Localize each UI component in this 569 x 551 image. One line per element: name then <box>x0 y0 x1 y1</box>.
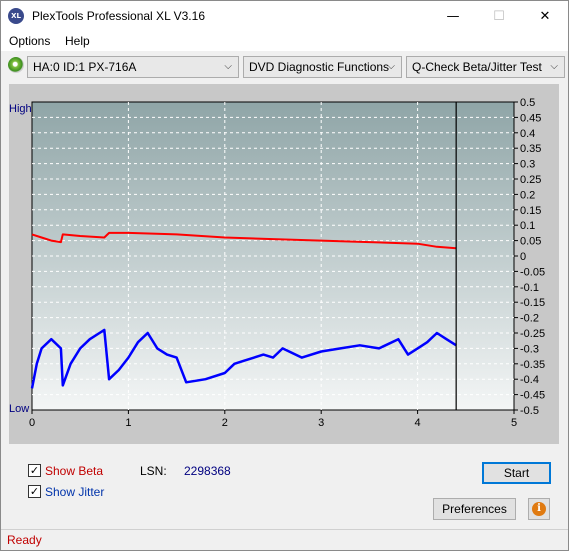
window-title: PlexTools Professional XL V3.16 <box>32 9 205 23</box>
x-tick-label: 0 <box>29 417 35 429</box>
function-select-value: DVD Diagnostic Functions <box>249 60 390 74</box>
status-text: Ready <box>7 533 42 547</box>
axis-high-label: High <box>9 103 32 115</box>
y-tick-label: -0.1 <box>520 282 539 294</box>
test-select[interactable]: Q-Check Beta/Jitter Test ⌵ <box>406 56 565 78</box>
y-tick-label: -0.25 <box>520 328 545 340</box>
y-tick-label: 0.4 <box>520 128 535 140</box>
y-tick-label: 0.1 <box>520 220 535 232</box>
info-icon: i <box>532 502 546 516</box>
x-tick-label: 1 <box>125 417 131 429</box>
preferences-button[interactable]: Preferences <box>433 498 516 520</box>
lsn-value: 2298368 <box>184 464 231 478</box>
y-tick-label: 0.25 <box>520 174 541 186</box>
x-tick-label: 2 <box>222 417 228 429</box>
chevron-down-icon: ⌵ <box>550 61 558 72</box>
y-tick-label: -0.35 <box>520 359 545 371</box>
chevron-down-icon: ⌵ <box>387 61 395 72</box>
status-bar: Ready <box>1 529 568 550</box>
menu-bar: Options Help <box>1 32 568 52</box>
y-tick-label: 0.5 <box>520 97 535 109</box>
x-tick-label: 5 <box>511 417 517 429</box>
title-bar: XL PlexTools Professional XL V3.16 — ☐ ✕ <box>1 1 568 32</box>
controls-panel: ✓ Show Beta ✓ Show Jitter LSN: 2298368 S… <box>9 455 559 523</box>
y-tick-label: 0.2 <box>520 189 535 201</box>
y-tick-label: -0.5 <box>520 405 539 417</box>
y-tick-label: -0.4 <box>520 374 539 386</box>
y-tick-label: 0.15 <box>520 205 541 217</box>
axis-low-label: Low <box>9 403 29 415</box>
lsn-label: LSN: <box>140 464 167 478</box>
beta-jitter-chart: 0.5 0.45 0.4 0.35 0.3 0.25 0.2 0.15 0.1 0.05 0 -0.0… <box>9 97 545 429</box>
toolbar: HA:0 ID:1 PX-716A ⌵ DVD Diagnostic Funct… <box>1 53 568 79</box>
y-tick-label: -0.2 <box>520 313 539 325</box>
menu-help[interactable]: Help <box>65 34 90 48</box>
y-tick-label: 0 <box>520 251 526 263</box>
minimize-button[interactable]: — <box>430 1 476 32</box>
test-select-value: Q-Check Beta/Jitter Test <box>412 60 542 74</box>
start-button[interactable]: Start <box>482 462 551 484</box>
x-tick-label: 4 <box>415 417 421 429</box>
y-tick-label: 0.45 <box>520 112 541 124</box>
y-tick-label: 0.3 <box>520 159 535 171</box>
maximize-button[interactable]: ☐ <box>476 1 522 32</box>
show-jitter-label[interactable]: Show Jitter <box>45 485 104 499</box>
show-beta-checkbox[interactable]: ✓ <box>28 464 41 477</box>
drive-select[interactable]: HA:0 ID:1 PX-716A ⌵ <box>27 56 239 78</box>
close-button[interactable]: ✕ <box>522 1 568 32</box>
app-logo-icon: XL <box>8 8 24 24</box>
y-tick-label: 0.35 <box>520 143 541 155</box>
y-tick-label: 0.05 <box>520 236 541 248</box>
x-tick-label: 3 <box>318 417 324 429</box>
y-tick-label: -0.05 <box>520 266 545 278</box>
y-tick-label: -0.45 <box>520 390 545 402</box>
app-window: XL PlexTools Professional XL V3.16 — ☐ ✕… <box>0 0 569 551</box>
y-tick-label: -0.3 <box>520 343 539 355</box>
chevron-down-icon: ⌵ <box>224 61 232 72</box>
menu-options[interactable]: Options <box>9 34 50 48</box>
drive-select-value: HA:0 ID:1 PX-716A <box>33 60 137 74</box>
function-select[interactable]: DVD Diagnostic Functions ⌵ <box>243 56 402 78</box>
info-button[interactable]: i <box>528 498 550 520</box>
chart-panel: 0.5 0.45 0.4 0.35 0.3 0.25 0.2 0.15 0.1 0.05 0 -0.0… <box>9 84 559 444</box>
y-tick-label: -0.15 <box>520 297 545 309</box>
show-jitter-checkbox[interactable]: ✓ <box>28 485 41 498</box>
show-beta-label[interactable]: Show Beta <box>45 464 103 478</box>
